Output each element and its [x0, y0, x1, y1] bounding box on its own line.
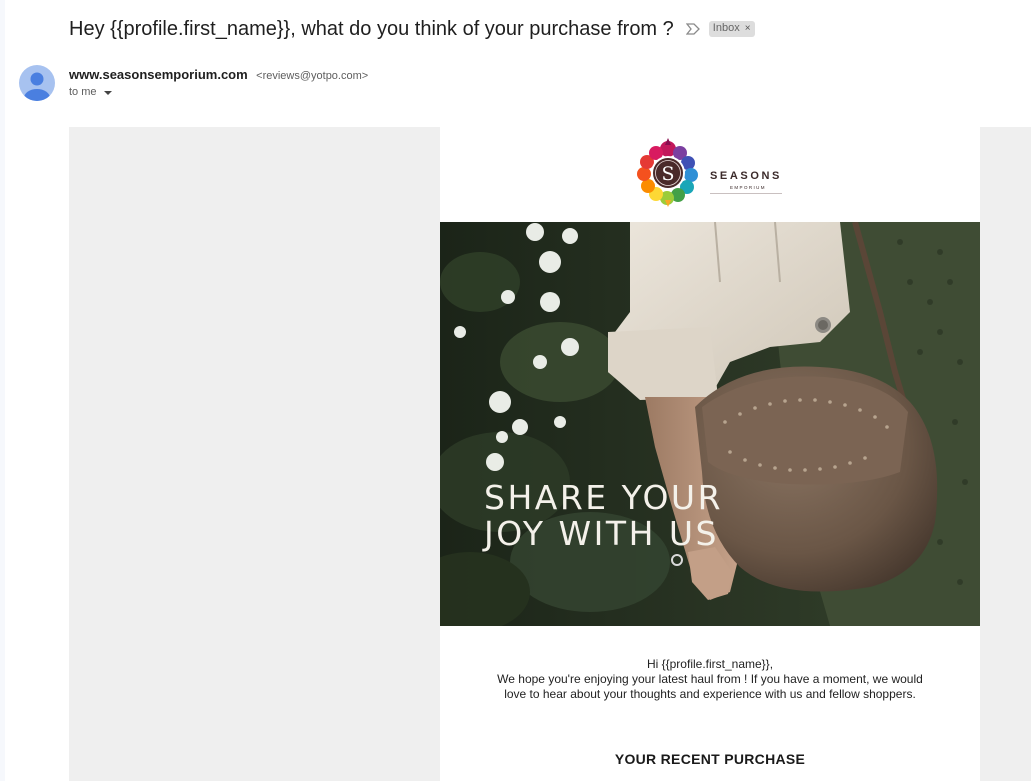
- hero-headline-line1: SHARE YOUR: [484, 478, 724, 517]
- email-subject: Hey {{profile.first_name}}, what do you …: [69, 17, 674, 40]
- greeting-message: We hope you're enjoying your latest haul…: [497, 672, 923, 701]
- newsletter-card: S SEASONS EMPORIUM SHARE YOUR JOY WITH U…: [440, 127, 980, 781]
- brand-logo[interactable]: S SEASONS EMPORIUM: [630, 135, 790, 211]
- greeting-block: Hi {{profile.first_name}}, We hope you'r…: [490, 657, 930, 702]
- left-panel-edge: [0, 0, 5, 781]
- sender-row: www.seasonsemporium.com <reviews@yotpo.c…: [69, 66, 368, 84]
- email-view: Hey {{profile.first_name}}, what do you …: [0, 0, 1031, 781]
- sender-email: <reviews@yotpo.com>: [256, 70, 369, 82]
- brand-tagline: EMPORIUM: [730, 185, 766, 190]
- hero-headline-line2: JOY WITH US: [484, 514, 719, 553]
- inbox-label-chip[interactable]: Inbox ×: [708, 21, 755, 37]
- email-body: S SEASONS EMPORIUM SHARE YOUR JOY WITH U…: [69, 127, 1031, 781]
- recipient-row[interactable]: to me: [69, 86, 112, 98]
- subject-row: Hey {{profile.first_name}}, what do you …: [69, 14, 755, 44]
- hero-photo: [440, 222, 980, 626]
- seasons-emblem-icon: S: [637, 138, 698, 207]
- hero-headline: SHARE YOUR JOY WITH US: [484, 480, 723, 552]
- default-avatar-icon: [24, 72, 50, 101]
- caret-down-icon[interactable]: [103, 91, 112, 95]
- inbox-label-text: Inbox: [712, 22, 740, 34]
- sender-avatar[interactable]: [19, 65, 55, 101]
- hero-banner[interactable]: SHARE YOUR JOY WITH US: [440, 222, 980, 626]
- importance-marker-icon[interactable]: [685, 22, 700, 36]
- recent-purchase-heading: YOUR RECENT PURCHASE: [614, 751, 806, 767]
- greeting-line: Hi {{profile.first_name}},: [646, 657, 774, 671]
- recipient-text: to me: [69, 86, 97, 98]
- brand-name: SEASONS: [710, 170, 782, 182]
- svg-text:S: S: [661, 163, 674, 185]
- brand-divider: [710, 193, 782, 194]
- remove-label-icon[interactable]: ×: [745, 22, 751, 35]
- sender-name[interactable]: www.seasonsemporium.com: [69, 67, 248, 82]
